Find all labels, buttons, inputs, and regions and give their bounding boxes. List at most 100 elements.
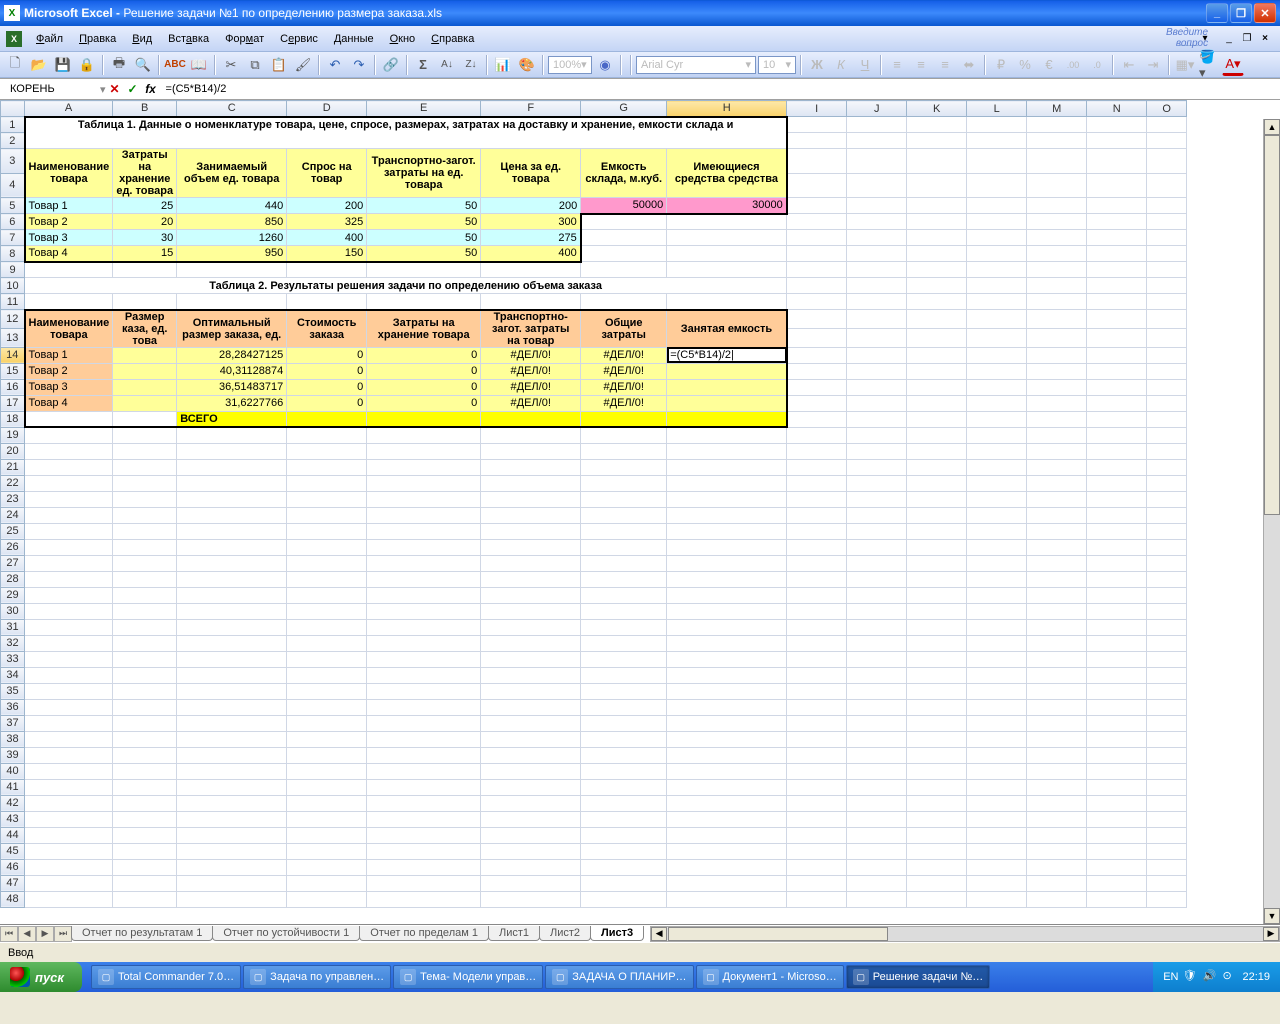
cell[interactable]: [847, 379, 907, 395]
cell[interactable]: [1087, 278, 1147, 294]
cell[interactable]: [667, 731, 787, 747]
cell[interactable]: [1027, 347, 1087, 363]
row-header-40[interactable]: 40: [1, 763, 25, 779]
merge-center-button[interactable]: ⬌: [958, 54, 980, 76]
cell[interactable]: [907, 475, 967, 491]
cell[interactable]: [1087, 523, 1147, 539]
cell[interactable]: [967, 891, 1027, 907]
menu-file[interactable]: Файл: [28, 29, 71, 49]
name-box[interactable]: КОРЕНЬ: [6, 81, 100, 97]
window-restore-button[interactable]: ❐: [1230, 3, 1252, 23]
cell[interactable]: [113, 587, 177, 603]
cell[interactable]: [1087, 587, 1147, 603]
cell[interactable]: [967, 651, 1027, 667]
row-header-26[interactable]: 26: [1, 539, 25, 555]
cell[interactable]: [287, 475, 367, 491]
borders-button[interactable]: ▦▾: [1174, 54, 1196, 76]
cell[interactable]: [787, 875, 847, 891]
taskbar-item[interactable]: ▢Документ1 - Microso…: [696, 965, 844, 989]
cell[interactable]: [25, 779, 113, 795]
cell[interactable]: [1087, 555, 1147, 571]
taskbar-item[interactable]: ▢Решение задачи №…: [846, 965, 991, 989]
cell[interactable]: [907, 587, 967, 603]
cell[interactable]: [847, 619, 907, 635]
cell[interactable]: [481, 555, 581, 571]
cell[interactable]: [1087, 635, 1147, 651]
cell[interactable]: [787, 395, 847, 411]
cell[interactable]: [113, 491, 177, 507]
spelling-button[interactable]: ABC: [164, 54, 186, 76]
cell[interactable]: [481, 747, 581, 763]
cell[interactable]: [25, 475, 113, 491]
cell[interactable]: [907, 699, 967, 715]
cell[interactable]: [847, 198, 907, 214]
cell[interactable]: [1147, 651, 1187, 667]
cell[interactable]: [667, 507, 787, 523]
cell[interactable]: [1147, 310, 1187, 329]
cell[interactable]: [481, 507, 581, 523]
cell[interactable]: [1087, 491, 1147, 507]
cell[interactable]: [967, 731, 1027, 747]
font-color-button[interactable]: A▾: [1222, 54, 1244, 76]
row-header-17[interactable]: 17: [1, 395, 25, 411]
cell[interactable]: [907, 523, 967, 539]
cell[interactable]: [481, 779, 581, 795]
row-header-18[interactable]: 18: [1, 411, 25, 427]
cell[interactable]: [787, 859, 847, 875]
cell[interactable]: [667, 635, 787, 651]
workbook-icon[interactable]: X: [6, 31, 22, 47]
cell[interactable]: [847, 230, 907, 246]
cell[interactable]: [1027, 539, 1087, 555]
sheet-tab[interactable]: Лист3: [590, 926, 644, 941]
cell[interactable]: [967, 278, 1027, 294]
cell[interactable]: [287, 843, 367, 859]
cell[interactable]: [581, 262, 667, 278]
cell[interactable]: [25, 491, 113, 507]
cell[interactable]: [1087, 347, 1147, 363]
cell[interactable]: [847, 363, 907, 379]
cell[interactable]: [787, 310, 847, 329]
cell[interactable]: [967, 827, 1027, 843]
cell[interactable]: [1147, 262, 1187, 278]
cell[interactable]: [787, 827, 847, 843]
cell[interactable]: [287, 875, 367, 891]
cell[interactable]: [1027, 133, 1087, 149]
row-header-24[interactable]: 24: [1, 507, 25, 523]
row-header-20[interactable]: 20: [1, 443, 25, 459]
cell[interactable]: [581, 875, 667, 891]
cell[interactable]: [1027, 587, 1087, 603]
cell[interactable]: [967, 294, 1027, 310]
cell[interactable]: [1147, 523, 1187, 539]
scroll-thumb[interactable]: [1264, 135, 1280, 515]
cell[interactable]: [1147, 555, 1187, 571]
cell[interactable]: [1087, 507, 1147, 523]
cell[interactable]: [787, 715, 847, 731]
cell[interactable]: [1027, 571, 1087, 587]
cell[interactable]: [177, 731, 287, 747]
cell[interactable]: [667, 443, 787, 459]
cell[interactable]: [1087, 427, 1147, 443]
cell[interactable]: [667, 811, 787, 827]
cell[interactable]: [367, 683, 481, 699]
cell[interactable]: [847, 731, 907, 747]
autosum-button[interactable]: Σ: [412, 54, 434, 76]
horizontal-scrollbar[interactable]: ◀ ▶: [650, 926, 1280, 942]
cell[interactable]: [847, 747, 907, 763]
cell[interactable]: [667, 246, 787, 262]
cell[interactable]: [907, 459, 967, 475]
cell[interactable]: [787, 278, 847, 294]
cell[interactable]: [25, 603, 113, 619]
cell[interactable]: [847, 173, 907, 198]
cell[interactable]: [787, 523, 847, 539]
cell[interactable]: [1087, 395, 1147, 411]
cell[interactable]: [967, 763, 1027, 779]
cell[interactable]: [581, 507, 667, 523]
cell[interactable]: [847, 523, 907, 539]
cell[interactable]: [1147, 891, 1187, 907]
cell[interactable]: [581, 491, 667, 507]
cell[interactable]: [787, 747, 847, 763]
cell[interactable]: [1147, 278, 1187, 294]
undo-button[interactable]: ↶: [324, 54, 346, 76]
mdi-restore-button[interactable]: ❐: [1238, 32, 1256, 46]
cell[interactable]: [25, 763, 113, 779]
